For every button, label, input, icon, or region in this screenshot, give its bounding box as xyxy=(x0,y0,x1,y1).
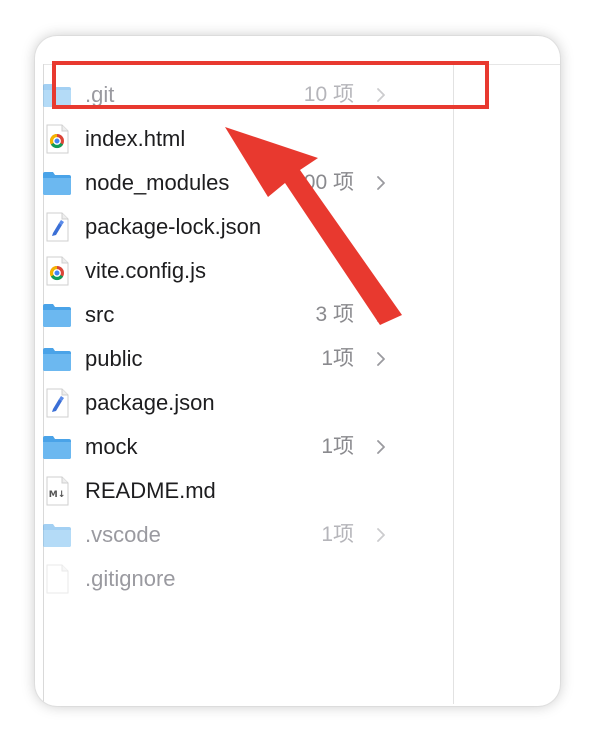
file-list: .git 10 项 index.html node_modules 100 项 pa… xyxy=(0,73,410,601)
highlight-box xyxy=(52,61,489,109)
item-count: 100 项 xyxy=(292,171,354,194)
chevron-right-icon[interactable] xyxy=(376,175,386,191)
column-divider[interactable] xyxy=(453,64,454,704)
file-name: package-lock.json xyxy=(85,214,262,239)
file-name: mock xyxy=(85,434,138,459)
file-name: .gitignore xyxy=(85,566,176,591)
json-file-icon xyxy=(41,387,73,419)
file-name: public xyxy=(85,346,143,371)
folder-icon xyxy=(41,167,73,199)
file-name: node_modules xyxy=(85,170,230,195)
item-count: 1项 xyxy=(321,347,354,370)
file-row[interactable]: .vscode 1项 xyxy=(0,513,410,557)
file-row[interactable]: src 3 项 xyxy=(0,293,410,337)
blank-file-icon xyxy=(41,563,73,595)
file-row[interactable]: M↓ README.md xyxy=(0,469,410,513)
file-name: src xyxy=(85,302,115,327)
file-name: .vscode xyxy=(85,522,161,547)
file-name: vite.config.js xyxy=(85,258,207,283)
folder-icon xyxy=(41,299,73,331)
file-row[interactable]: package.json xyxy=(0,381,410,425)
file-name: index.html xyxy=(85,126,186,151)
markdown-file-icon: M↓ xyxy=(41,475,73,507)
file-row[interactable]: mock 1项 xyxy=(0,425,410,469)
folder-icon xyxy=(41,519,73,551)
file-row[interactable]: public 1项 xyxy=(0,337,410,381)
folder-icon xyxy=(41,343,73,375)
file-name: package.json xyxy=(85,390,215,415)
folder-icon xyxy=(41,431,73,463)
file-name: README.md xyxy=(85,478,216,503)
file-row[interactable]: node_modules 100 项 xyxy=(0,161,410,205)
chevron-right-icon[interactable] xyxy=(376,351,386,367)
file-row[interactable]: index.html xyxy=(0,117,410,161)
file-row[interactable]: .gitignore xyxy=(0,557,410,601)
chrome-file-icon xyxy=(41,255,73,287)
item-count: 3 项 xyxy=(315,303,354,326)
chevron-right-icon[interactable] xyxy=(376,307,386,323)
file-row[interactable]: vite.config.js xyxy=(0,249,410,293)
svg-text:M↓: M↓ xyxy=(49,490,66,500)
chevron-right-icon[interactable] xyxy=(376,527,386,543)
chrome-file-icon xyxy=(41,123,73,155)
item-count: 1项 xyxy=(321,435,354,458)
item-count: 1项 xyxy=(321,523,354,546)
json-file-icon xyxy=(41,211,73,243)
chevron-right-icon[interactable] xyxy=(376,439,386,455)
file-row[interactable]: package-lock.json xyxy=(0,205,410,249)
